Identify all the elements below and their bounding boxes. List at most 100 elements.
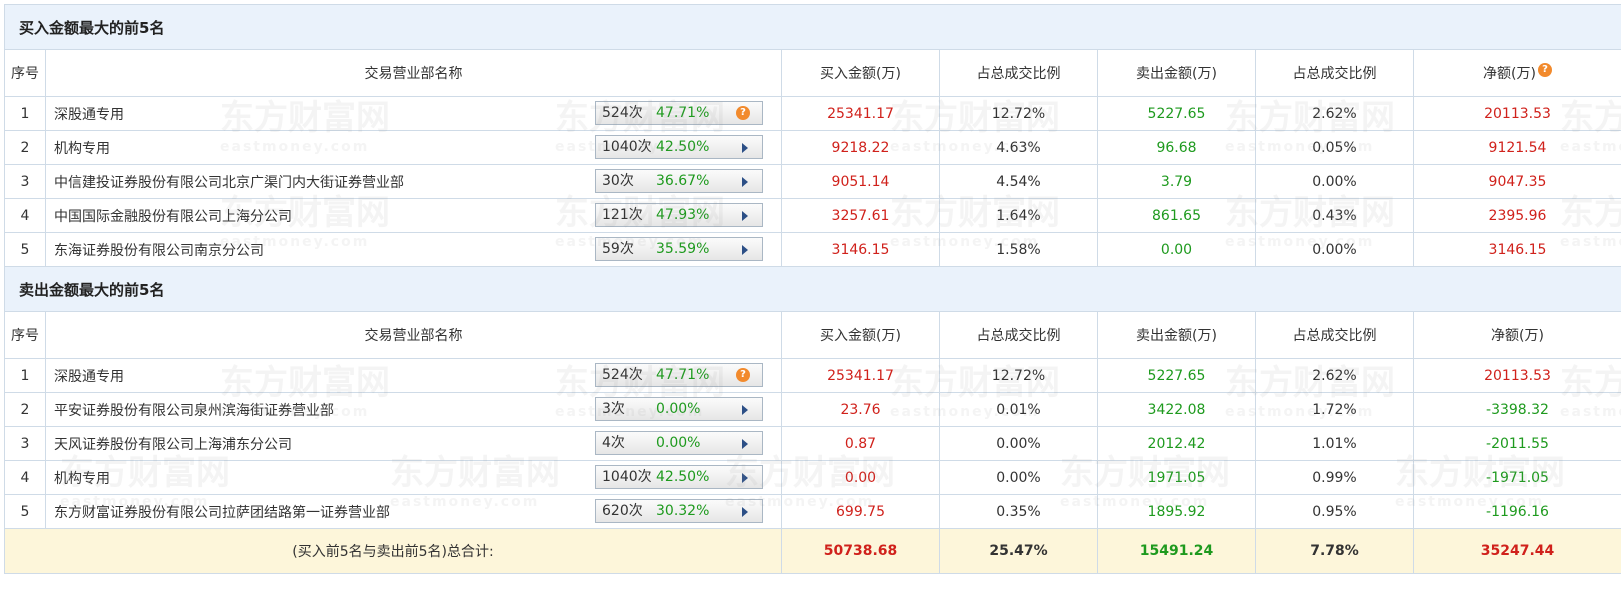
buy-ratio: 4.63% <box>939 130 1098 165</box>
expand-arrow-icon[interactable] <box>742 177 748 187</box>
column-header: 占总成交比例 <box>939 49 1098 97</box>
sell-ratio: 1.01% <box>1255 426 1414 461</box>
branch-name[interactable]: 东海证券股份有限公司南京分公司 <box>54 240 264 260</box>
stats-pill[interactable]: 524次 47.71%? <box>595 363 763 387</box>
expand-arrow-icon[interactable] <box>742 143 748 153</box>
win-rate: 36.67% <box>656 173 710 189</box>
total-sell-ratio: 7.78% <box>1255 528 1414 574</box>
branch-name-cell: 天风证券股份有限公司上海浦东分公司 4次 0.00% <box>45 426 782 461</box>
expand-arrow-icon[interactable] <box>742 507 748 517</box>
stats-pill[interactable]: 620次 30.32% <box>595 499 763 523</box>
stats-pill[interactable]: 1040次 42.50% <box>595 135 763 159</box>
column-header-label: 序号 <box>11 66 39 82</box>
branch-name[interactable]: 深股通专用 <box>54 104 124 124</box>
buy-ratio: 0.01% <box>939 392 1098 427</box>
help-icon[interactable]: ? <box>736 106 750 120</box>
column-header-label: 占总成交比例 <box>1292 328 1377 344</box>
sell-ratio: 0.00% <box>1255 164 1414 199</box>
net-amount: 20113.53 <box>1413 96 1621 131</box>
row-index: 2 <box>4 392 46 427</box>
help-icon[interactable]: ? <box>736 368 750 382</box>
column-header: 占总成交比例 <box>1255 311 1414 359</box>
stats-pill[interactable]: 30次 36.67% <box>595 169 763 193</box>
sell-amount: 5227.65 <box>1097 96 1256 131</box>
trade-count: 1040次 <box>602 469 652 485</box>
total-row: (买入前5名与卖出前5名)总合计: 50738.68 25.47% 15491.24 7… <box>4 528 1621 574</box>
expand-arrow-icon[interactable] <box>742 439 748 449</box>
expand-arrow-icon[interactable] <box>742 245 748 255</box>
column-header-label: 买入金额(万) <box>820 328 901 344</box>
sell-ratio: 2.62% <box>1255 96 1414 131</box>
sell-amount: 2012.42 <box>1097 426 1256 461</box>
column-header-label: 卖出金额(万) <box>1136 328 1217 344</box>
branch-name-cell: 深股通专用 524次 47.71%? <box>45 96 782 131</box>
column-header: 交易营业部名称 <box>45 49 782 97</box>
column-header: 买入金额(万) <box>781 49 940 97</box>
stats-pill[interactable]: 121次 47.93% <box>595 203 763 227</box>
win-rate: 35.59% <box>656 241 710 257</box>
sell-ratio: 0.99% <box>1255 460 1414 495</box>
sell_section-header-row: 序号 交易营业部名称 买入金额(万) 占总成交比例 卖出金额(万) 占总成交比例 净额(万) <box>4 311 1621 359</box>
column-header-label: 净额(万) <box>1483 66 1536 82</box>
sell-ratio: 1.72% <box>1255 392 1414 427</box>
help-icon[interactable]: ? <box>1537 63 1552 77</box>
stats-pill[interactable]: 3次 0.00% <box>595 397 763 421</box>
branch-name[interactable]: 机构专用 <box>54 468 110 488</box>
row-index: 3 <box>4 164 46 199</box>
stats-pill[interactable]: 59次 35.59% <box>595 237 763 261</box>
total-buy: 50738.68 <box>781 528 940 574</box>
row-index: 5 <box>4 232 46 267</box>
branch-name[interactable]: 中信建投证券股份有限公司北京广渠门内大街证券营业部 <box>54 172 404 192</box>
buy-amount: 3257.61 <box>781 198 940 233</box>
trade-count: 1040次 <box>602 139 652 155</box>
column-header: 序号 <box>4 49 46 97</box>
stats-pill[interactable]: 4次 0.00% <box>595 431 763 455</box>
sell-ratio: 2.62% <box>1255 358 1414 393</box>
column-header: 卖出金额(万) <box>1097 49 1256 97</box>
buy_section-header-row: 序号 交易营业部名称 买入金额(万) 占总成交比例 卖出金额(万) 占总成交比例 净额(万)… <box>4 49 1621 97</box>
table-row: 2 机构专用 1040次 42.50% 9218.22 4.63% 96.68 0.05% 91… <box>4 130 1621 165</box>
sell-amount: 1971.05 <box>1097 460 1256 495</box>
column-header-label: 占总成交比例 <box>1292 66 1377 82</box>
buy-ratio: 0.00% <box>939 426 1098 461</box>
branch-name-cell: 深股通专用 524次 47.71%? <box>45 358 782 393</box>
branch-name-cell: 东海证券股份有限公司南京分公司 59次 35.59% <box>45 232 782 267</box>
section-title: 买入金额最大的前5名 <box>4 4 1621 50</box>
branch-name[interactable]: 天风证券股份有限公司上海浦东分公司 <box>54 434 292 454</box>
table-row: 3 中信建投证券股份有限公司北京广渠门内大街证券营业部 30次 36.67% 9051.… <box>4 164 1621 199</box>
buy-ratio: 12.72% <box>939 96 1098 131</box>
expand-arrow-icon[interactable] <box>742 405 748 415</box>
column-header-label: 交易营业部名称 <box>364 66 463 82</box>
buy-amount: 699.75 <box>781 494 940 529</box>
expand-arrow-icon[interactable] <box>742 211 748 221</box>
branch-name-cell: 机构专用 1040次 42.50% <box>45 460 782 495</box>
row-index: 1 <box>4 358 46 393</box>
buy-ratio: 1.58% <box>939 232 1098 267</box>
sell-amount: 1895.92 <box>1097 494 1256 529</box>
column-header: 净额(万) <box>1413 311 1621 359</box>
dragon-tiger-board: 买入金额最大的前5名 序号 交易营业部名称 买入金额(万) 占总成交比例 卖出金额(万) 占… <box>4 4 1621 574</box>
table-row: 1 深股通专用 524次 47.71%? 25341.17 12.72% 5227.65 2.… <box>4 96 1621 131</box>
trade-count: 121次 <box>602 207 643 223</box>
trade-count: 59次 <box>602 241 634 257</box>
expand-arrow-icon[interactable] <box>742 473 748 483</box>
trade-count: 4次 <box>602 435 625 451</box>
trade-count: 3次 <box>602 401 625 417</box>
branch-name[interactable]: 深股通专用 <box>54 366 124 386</box>
stats-pill[interactable]: 524次 47.71%? <box>595 101 763 125</box>
branch-name[interactable]: 中国国际金融股份有限公司上海分公司 <box>54 206 292 226</box>
stats-pill[interactable]: 1040次 42.50% <box>595 465 763 489</box>
buy-amount: 0.00 <box>781 460 940 495</box>
branch-name[interactable]: 东方财富证券股份有限公司拉萨团结路第一证券营业部 <box>54 502 390 522</box>
seats-table: 买入金额最大的前5名 序号 交易营业部名称 买入金额(万) 占总成交比例 卖出金额(万) 占… <box>4 4 1621 574</box>
branch-name[interactable]: 机构专用 <box>54 138 110 158</box>
trade-count: 30次 <box>602 173 634 189</box>
branch-name[interactable]: 平安证券股份有限公司泉州滨海街证券营业部 <box>54 400 334 420</box>
net-amount: 3146.15 <box>1413 232 1621 267</box>
column-header: 买入金额(万) <box>781 311 940 359</box>
net-amount: -3398.32 <box>1413 392 1621 427</box>
column-header-label: 卖出金额(万) <box>1136 66 1217 82</box>
buy-amount: 25341.17 <box>781 96 940 131</box>
branch-name-cell: 东方财富证券股份有限公司拉萨团结路第一证券营业部 620次 30.32% <box>45 494 782 529</box>
table-row: 3 天风证券股份有限公司上海浦东分公司 4次 0.00% 0.87 0.00% 2012.4… <box>4 426 1621 461</box>
